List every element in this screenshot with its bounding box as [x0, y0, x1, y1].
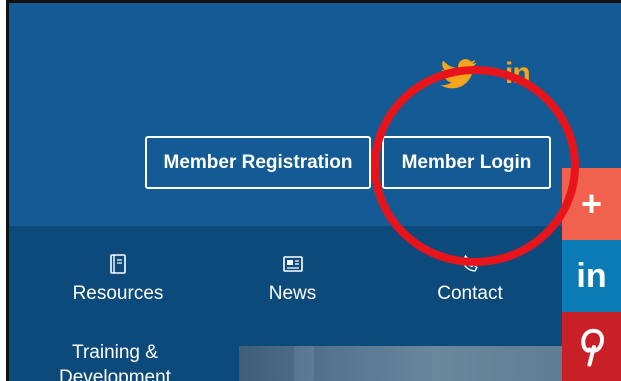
site-header	[9, 0, 621, 226]
banner-highlight	[294, 346, 314, 381]
share-pinterest-button[interactable]	[562, 312, 621, 381]
newspaper-icon	[282, 253, 304, 275]
training-line-1: Training &	[72, 342, 158, 363]
nav-item-training-development[interactable]: Training & Development	[40, 340, 190, 381]
book-icon	[107, 253, 129, 275]
nav-item-label: Contact	[437, 283, 503, 304]
member-registration-button[interactable]: Member Registration	[145, 136, 371, 189]
pinterest-icon	[580, 328, 604, 366]
nav-item-resources[interactable]: Resources	[53, 253, 183, 305]
nav-item-label: Resources	[72, 283, 164, 304]
nav-item-news[interactable]: News	[245, 253, 340, 305]
linkedin-icon: in	[576, 256, 607, 295]
nav-item-contact[interactable]: Contact	[415, 253, 525, 305]
nav-item-label: News	[268, 283, 317, 304]
plus-icon: +	[580, 183, 603, 224]
linkedin-header-link[interactable]: in	[505, 56, 541, 92]
share-more-button[interactable]: +	[562, 168, 621, 240]
linkedin-icon: in	[505, 57, 531, 90]
member-login-button[interactable]: Member Login	[382, 136, 551, 189]
banner-image	[239, 346, 569, 381]
page-frame: in Member Registration Member Login Reso…	[0, 0, 621, 381]
share-linkedin-button[interactable]: in	[562, 240, 621, 312]
twitter-link[interactable]	[441, 56, 479, 92]
frame-border-top	[9, 0, 621, 3]
phone-icon	[459, 253, 481, 275]
training-line-2: Development	[59, 367, 171, 381]
twitter-icon	[441, 59, 477, 89]
